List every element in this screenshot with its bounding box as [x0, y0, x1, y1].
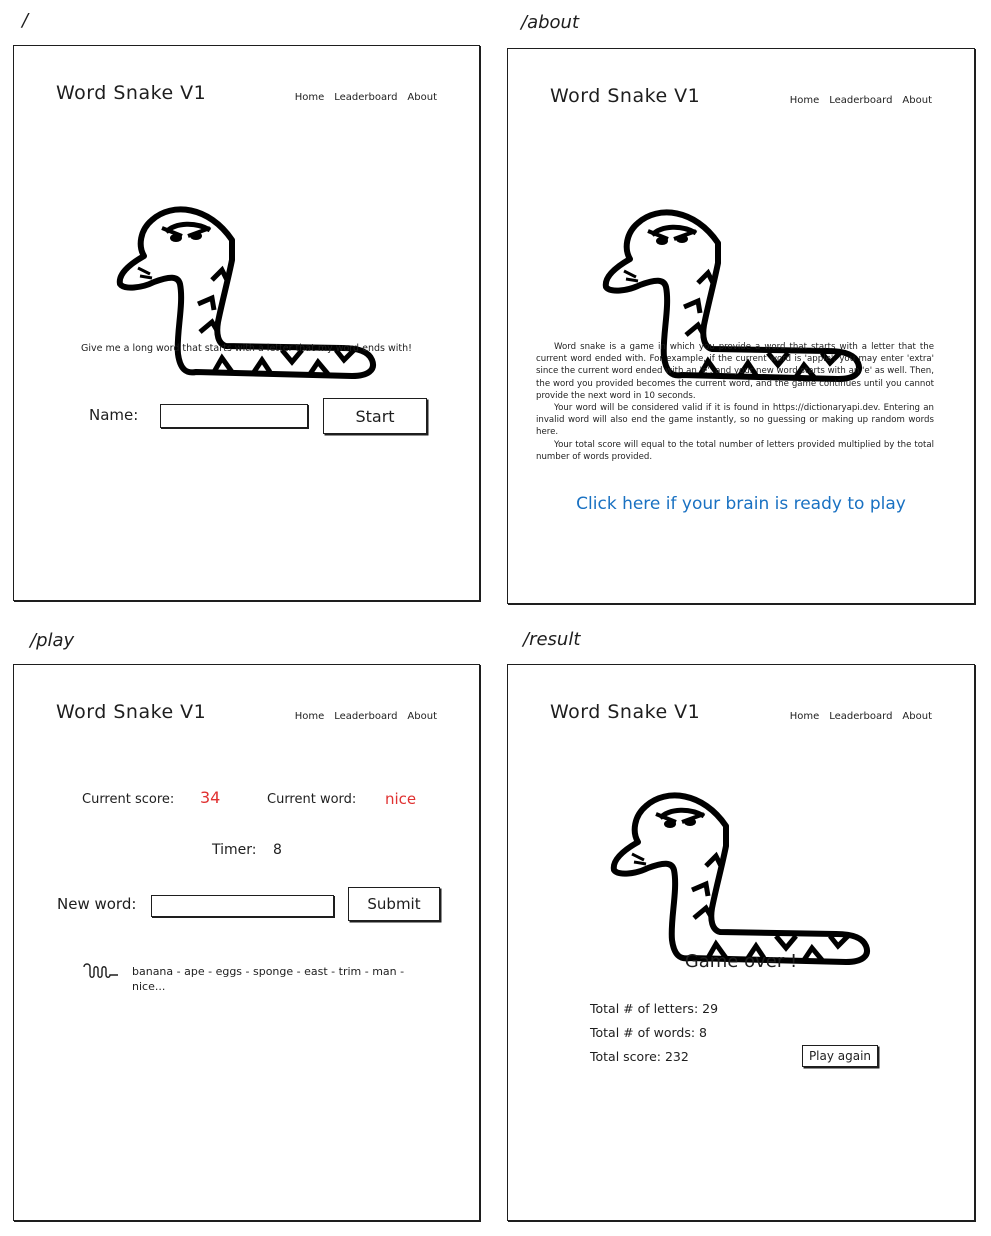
name-label: Name:	[89, 406, 139, 424]
score-label: Current score:	[82, 792, 175, 807]
timer-label: Timer:	[212, 842, 257, 858]
current-word-value: nice	[385, 790, 417, 808]
route-label-about: /about	[521, 12, 579, 33]
route-label-home: /	[22, 10, 29, 31]
nav-about[interactable]: About	[902, 95, 932, 106]
play-page-frame: Word Snake V1 Home Leaderboard About Cur…	[13, 664, 480, 1221]
total-letters: Total # of letters: 29	[590, 1001, 719, 1016]
app-title: Word Snake V1	[550, 85, 701, 107]
nav-leaderboard[interactable]: Leaderboard	[334, 711, 397, 722]
nav-leaderboard[interactable]: Leaderboard	[829, 711, 892, 722]
name-input[interactable]	[160, 404, 308, 428]
home-page-frame: Word Snake V1 Home Leaderboard About Giv…	[13, 45, 480, 601]
route-label-play: /play	[30, 630, 75, 651]
timer-value: 8	[273, 842, 282, 858]
result-page-frame: Word Snake V1 Home Leaderboard About Gam…	[507, 664, 975, 1221]
play-link[interactable]: Click here if your brain is ready to pla…	[508, 494, 974, 514]
total-words: Total # of words: 8	[590, 1025, 708, 1040]
game-over-heading: Game over !	[684, 951, 798, 972]
total-score: Total score: 232	[590, 1049, 689, 1064]
nav-about[interactable]: About	[407, 711, 437, 722]
nav-bar: Home Leaderboard About	[790, 711, 932, 722]
app-title: Word Snake V1	[550, 701, 701, 723]
submit-button[interactable]: Submit	[348, 887, 440, 921]
nav-leaderboard[interactable]: Leaderboard	[334, 92, 397, 103]
route-label-result: /result	[523, 629, 581, 650]
about-description: Word snake is a game in which you provid…	[536, 341, 934, 463]
nav-home[interactable]: Home	[295, 92, 325, 103]
current-word-label: Current word:	[267, 792, 357, 807]
about-paragraph: Your total score will equal to the total…	[536, 439, 934, 462]
new-word-label: New word:	[57, 895, 137, 913]
snake-icon	[114, 184, 382, 384]
home-tagline: Give me a long word that starts with a l…	[81, 343, 412, 354]
about-paragraph: Word snake is a game in which you provid…	[536, 342, 934, 401]
nav-home[interactable]: Home	[295, 711, 325, 722]
app-title: Word Snake V1	[56, 701, 207, 723]
squiggle-icon	[83, 963, 118, 978]
score-value: 34	[200, 788, 221, 807]
nav-home[interactable]: Home	[790, 95, 820, 106]
word-history: banana - ape - eggs - sponge - east - tr…	[132, 965, 405, 993]
about-page-frame: Word Snake V1 Home Leaderboard About Wor…	[507, 48, 975, 604]
app-title: Word Snake V1	[56, 82, 207, 104]
nav-about[interactable]: About	[407, 92, 437, 103]
nav-bar: Home Leaderboard About	[790, 95, 932, 106]
new-word-input[interactable]	[151, 895, 334, 917]
nav-home[interactable]: Home	[790, 711, 820, 722]
play-again-button[interactable]: Play again	[802, 1045, 878, 1067]
nav-bar: Home Leaderboard About	[295, 92, 437, 103]
snake-icon	[608, 770, 876, 970]
nav-about[interactable]: About	[902, 711, 932, 722]
about-paragraph: Your word will be considered valid if it…	[536, 403, 934, 438]
start-button[interactable]: Start	[323, 398, 427, 434]
nav-leaderboard[interactable]: Leaderboard	[829, 95, 892, 106]
nav-bar: Home Leaderboard About	[295, 711, 437, 722]
